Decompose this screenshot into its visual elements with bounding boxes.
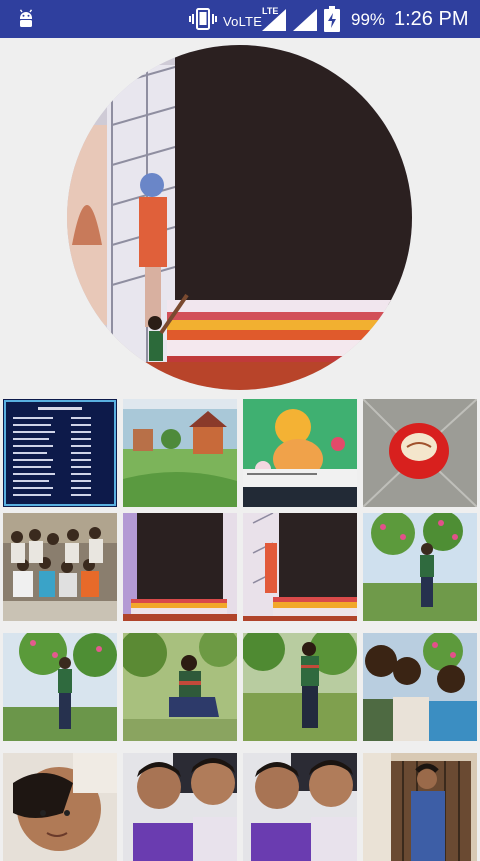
gallery-tile[interactable] (243, 399, 357, 507)
gallery-tile[interactable] (363, 753, 477, 861)
battery-charging-icon (324, 6, 340, 32)
person-standing-photo (243, 633, 357, 741)
profile-photo-image (67, 45, 412, 390)
gallery-tile[interactable] (3, 399, 117, 507)
volte-label: VoLTE (223, 14, 263, 29)
gallery-tile[interactable] (3, 753, 117, 861)
android-icon (19, 9, 33, 27)
clock-time: 1:26 PM (394, 8, 469, 30)
cake-photo (363, 399, 477, 507)
friends-selfie (363, 633, 477, 741)
group-photo (3, 513, 117, 621)
gallery-tile[interactable] (3, 513, 117, 621)
text-list-image (3, 399, 117, 507)
statue-photo-2 (243, 513, 357, 621)
gallery-tile[interactable] (123, 633, 237, 741)
village-painting (123, 399, 237, 507)
status-bar: VoLTE LTE 99% 1:26 PM (0, 0, 480, 38)
two-friends-selfie (123, 753, 237, 861)
gallery-tile[interactable] (243, 513, 357, 621)
statue-photo (123, 513, 237, 621)
person-doorway-photo (363, 753, 477, 861)
vibrate-icon (189, 8, 217, 30)
friends-selfie-closeup (3, 753, 117, 861)
gallery-tile[interactable] (363, 399, 477, 507)
gallery-tile[interactable] (243, 753, 357, 861)
gallery-tile[interactable] (363, 633, 477, 741)
gallery-tile[interactable] (123, 513, 237, 621)
gallery-tile[interactable] (123, 399, 237, 507)
gallery-tile[interactable] (3, 633, 117, 741)
gallery-tile[interactable] (363, 513, 477, 621)
gallery-tile[interactable] (243, 633, 357, 741)
person-garden-photo (363, 513, 477, 621)
person-sitting-photo (123, 633, 237, 741)
two-friends-selfie-2 (243, 753, 357, 861)
signal-icon (293, 9, 317, 31)
gallery-tile[interactable] (123, 753, 237, 861)
cartoon-painting (243, 399, 357, 507)
profile-photo[interactable] (67, 45, 412, 390)
signal-icon (262, 9, 286, 31)
battery-percent: 99% (351, 10, 386, 29)
person-garden-photo-2 (3, 633, 117, 741)
